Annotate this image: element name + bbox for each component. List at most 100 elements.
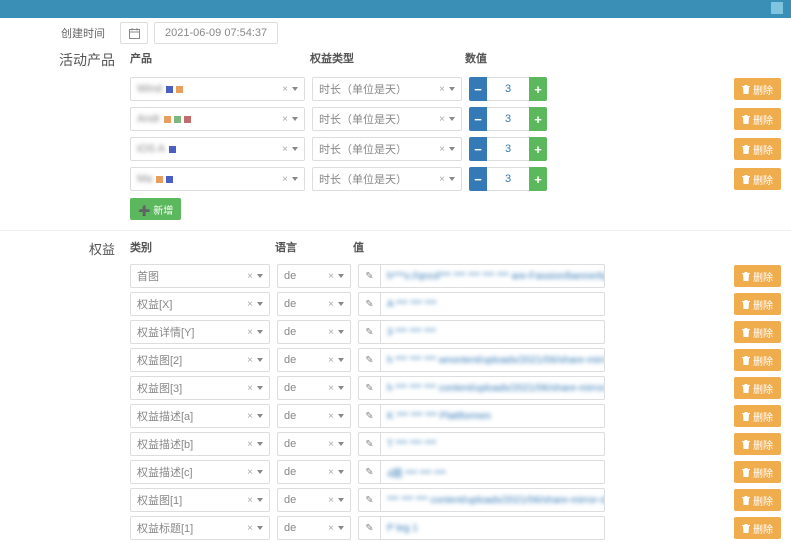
delete-button[interactable]: 删除 — [734, 377, 781, 399]
clear-icon[interactable]: × — [328, 327, 334, 338]
minus-button[interactable]: − — [469, 107, 487, 131]
product-select[interactable]: Andr× — [130, 107, 305, 131]
clear-icon[interactable]: × — [439, 174, 445, 185]
delete-button[interactable]: 删除 — [734, 517, 781, 539]
clear-icon[interactable]: × — [328, 299, 334, 310]
number-value[interactable]: 3 — [487, 137, 529, 161]
pencil-icon[interactable]: ✎ — [358, 376, 380, 400]
delete-button[interactable]: 删除 — [734, 321, 781, 343]
language-select[interactable]: de× — [277, 376, 351, 400]
clear-icon[interactable]: × — [247, 383, 253, 394]
language-select[interactable]: de× — [277, 460, 351, 484]
value-input[interactable]: K *** *** *** Plattformen — [380, 404, 605, 428]
value-input[interactable]: h *** *** *** content/uploads/2021/06/sh… — [380, 376, 605, 400]
category-select[interactable]: 首图× — [130, 264, 270, 288]
type-select[interactable]: 时长（单位是天）× — [312, 77, 462, 101]
pencil-icon[interactable]: ✎ — [358, 516, 380, 540]
delete-button[interactable]: 删除 — [734, 293, 781, 315]
clear-icon[interactable]: × — [247, 523, 253, 534]
pencil-icon[interactable]: ✎ — [358, 264, 380, 288]
delete-button[interactable]: 删除 — [734, 489, 781, 511]
delete-button[interactable]: 删除 — [734, 138, 781, 160]
minus-button[interactable]: − — [469, 137, 487, 161]
plus-button[interactable]: + — [529, 167, 547, 191]
clear-icon[interactable]: × — [282, 174, 288, 185]
clear-icon[interactable]: × — [328, 271, 334, 282]
delete-button[interactable]: 删除 — [734, 168, 781, 190]
category-select[interactable]: 权益描述[c]× — [130, 460, 270, 484]
clear-icon[interactable]: × — [247, 467, 253, 478]
clear-icon[interactable]: × — [282, 84, 288, 95]
language-select[interactable]: de× — [277, 292, 351, 316]
category-select[interactable]: 权益[X]× — [130, 292, 270, 316]
value-input[interactable]: P leg 1 — [380, 516, 605, 540]
category-select[interactable]: 权益详情[Y]× — [130, 320, 270, 344]
language-select[interactable]: de× — [277, 488, 351, 512]
category-select[interactable]: 权益标题[1]× — [130, 516, 270, 540]
clear-icon[interactable]: × — [439, 84, 445, 95]
language-select[interactable]: de× — [277, 432, 351, 456]
category-select[interactable]: 权益描述[b]× — [130, 432, 270, 456]
clear-icon[interactable]: × — [328, 411, 334, 422]
clear-icon[interactable]: × — [328, 439, 334, 450]
clear-icon[interactable]: × — [247, 355, 253, 366]
plus-button[interactable]: + — [529, 137, 547, 161]
pencil-icon[interactable]: ✎ — [358, 404, 380, 428]
value-input[interactable]: *** *** *** content/uploads/2021/06/shar… — [380, 488, 605, 512]
calendar-icon[interactable] — [120, 22, 148, 44]
number-value[interactable]: 3 — [487, 107, 529, 131]
pencil-icon[interactable]: ✎ — [358, 432, 380, 456]
pencil-icon[interactable]: ✎ — [358, 460, 380, 484]
delete-button[interactable]: 删除 — [734, 265, 781, 287]
clear-icon[interactable]: × — [282, 114, 288, 125]
language-select[interactable]: de× — [277, 320, 351, 344]
clear-icon[interactable]: × — [247, 495, 253, 506]
clear-icon[interactable]: × — [328, 355, 334, 366]
value-input[interactable]: T *** *** *** — [380, 432, 605, 456]
language-select[interactable]: de× — [277, 348, 351, 372]
add-button[interactable]: ➕ 新增 — [130, 198, 181, 220]
product-select[interactable]: Ma× — [130, 167, 305, 191]
clear-icon[interactable]: × — [328, 523, 334, 534]
pencil-icon[interactable]: ✎ — [358, 348, 380, 372]
value-input[interactable]: h *** *** *** wnontent/uploads/2021/06/s… — [380, 348, 605, 372]
clear-icon[interactable]: × — [247, 411, 253, 422]
delete-button[interactable]: 删除 — [734, 461, 781, 483]
value-input[interactable]: 4题 *** *** *** — [380, 460, 605, 484]
pencil-icon[interactable]: ✎ — [358, 292, 380, 316]
category-select[interactable]: 权益图[1]× — [130, 488, 270, 512]
language-select[interactable]: de× — [277, 516, 351, 540]
clear-icon[interactable]: × — [247, 439, 253, 450]
product-select[interactable]: iOS A× — [130, 137, 305, 161]
language-select[interactable]: de× — [277, 264, 351, 288]
plus-button[interactable]: + — [529, 107, 547, 131]
plus-button[interactable]: + — [529, 77, 547, 101]
delete-button[interactable]: 删除 — [734, 433, 781, 455]
clear-icon[interactable]: × — [439, 144, 445, 155]
delete-button[interactable]: 删除 — [734, 78, 781, 100]
clear-icon[interactable]: × — [247, 299, 253, 310]
app-icon[interactable] — [771, 2, 783, 14]
minus-button[interactable]: − — [469, 167, 487, 191]
clear-icon[interactable]: × — [247, 327, 253, 338]
category-select[interactable]: 权益描述[a]× — [130, 404, 270, 428]
value-input[interactable]: A *** *** *** — [380, 292, 605, 316]
type-select[interactable]: 时长（单位是天）× — [312, 137, 462, 161]
clear-icon[interactable]: × — [328, 467, 334, 478]
language-select[interactable]: de× — [277, 404, 351, 428]
value-input[interactable]: 3 *** *** *** — [380, 320, 605, 344]
delete-button[interactable]: 删除 — [734, 349, 781, 371]
delete-button[interactable]: 删除 — [734, 405, 781, 427]
clear-icon[interactable]: × — [247, 271, 253, 282]
clear-icon[interactable]: × — [282, 144, 288, 155]
delete-button[interactable]: 删除 — [734, 108, 781, 130]
product-select[interactable]: Wind× — [130, 77, 305, 101]
clear-icon[interactable]: × — [439, 114, 445, 125]
type-select[interactable]: 时长（单位是天）× — [312, 107, 462, 131]
pencil-icon[interactable]: ✎ — [358, 488, 380, 512]
category-select[interactable]: 权益图[3]× — [130, 376, 270, 400]
clear-icon[interactable]: × — [328, 383, 334, 394]
type-select[interactable]: 时长（单位是天）× — [312, 167, 462, 191]
value-input[interactable]: h***s://qncd*** *** *** *** *** are-Fass… — [380, 264, 605, 288]
datetime-value[interactable]: 2021-06-09 07:54:37 — [154, 22, 278, 44]
